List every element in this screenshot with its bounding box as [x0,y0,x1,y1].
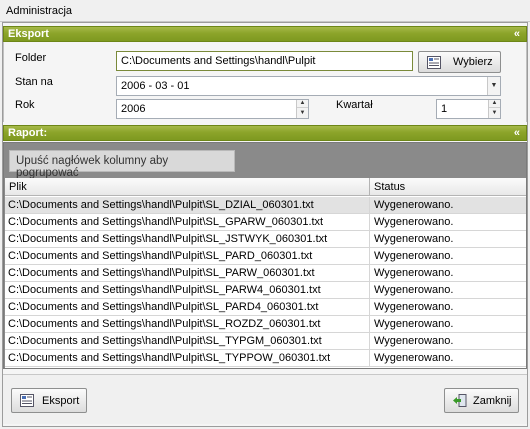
cell-divider [369,265,370,282]
browse-button[interactable]: Wybierz [418,51,501,73]
cell-divider [369,350,370,367]
report-section-header[interactable]: Raport: « [3,125,527,141]
export-panel: Folder C:\Documents and Settings\handl\P… [3,42,527,122]
collapse-icon[interactable]: « [514,126,520,140]
export-button-label: Eksport [42,395,80,407]
file-cell: C:\Documents and Settings\handl\Pulpit\S… [8,233,328,245]
column-divider[interactable] [369,178,370,196]
close-button-label: Zamknij [473,395,512,407]
table-row[interactable]: C:\Documents and Settings\handl\Pulpit\S… [5,299,526,316]
quarter-label: Kwartał [336,99,373,111]
folder-label: Folder [15,52,47,64]
status-cell: Wygenerowano. [374,250,454,262]
file-cell: C:\Documents and Settings\handl\Pulpit\S… [8,352,331,364]
column-header-file[interactable]: Plik [9,181,27,193]
export-section-title: Eksport [8,28,49,40]
file-cell: C:\Documents and Settings\handl\Pulpit\S… [8,267,315,279]
status-cell: Wygenerowano. [374,267,454,279]
file-cell: C:\Documents and Settings\handl\Pulpit\S… [8,335,322,347]
export-button[interactable]: Eksport [11,388,87,413]
table-row[interactable]: C:\Documents and Settings\handl\Pulpit\S… [5,350,526,367]
cell-divider [369,214,370,231]
close-button[interactable]: Zamknij [444,388,519,413]
cell-divider [369,231,370,248]
quarter-spinner[interactable]: 1 ▲ ▼ [436,99,501,119]
report-grid: Upuść nagłówek kolumny aby pogrupować Pl… [3,142,527,369]
file-cell: C:\Documents and Settings\handl\Pulpit\S… [8,284,321,296]
cell-divider [369,248,370,265]
export-icon [20,394,34,407]
table-row[interactable]: C:\Documents and Settings\handl\Pulpit\S… [5,197,526,214]
collapse-icon[interactable]: « [514,27,520,41]
file-cell: C:\Documents and Settings\handl\Pulpit\S… [8,301,319,313]
report-section-title: Raport: [8,127,48,139]
browse-button-label: Wybierz [453,56,493,68]
table-row[interactable]: C:\Documents and Settings\handl\Pulpit\S… [5,265,526,282]
date-label: Stan na [15,76,53,88]
file-cell: C:\Documents and Settings\handl\Pulpit\S… [8,250,313,262]
status-cell: Wygenerowano. [374,233,454,245]
status-cell: Wygenerowano. [374,335,454,347]
quarter-spin-buttons[interactable]: ▲ ▼ [488,100,500,118]
window-titlebar: Administracja [0,0,530,22]
status-cell: Wygenerowano. [374,199,454,211]
year-spinner[interactable]: 2006 ▲ ▼ [116,99,309,119]
table-row[interactable]: C:\Documents and Settings\handl\Pulpit\S… [5,282,526,299]
date-combo[interactable]: 2006 - 03 - 01 ▼ [116,76,501,96]
status-cell: Wygenerowano. [374,301,454,313]
chevron-down-icon[interactable]: ▼ [487,77,500,95]
browse-folder-icon [427,56,441,69]
window-title: Administracja [6,5,73,17]
footer-bar: Eksport Zamknij [3,374,527,424]
table-header: Plik Status [5,178,526,196]
table-row[interactable]: C:\Documents and Settings\handl\Pulpit\S… [5,248,526,265]
export-section-header[interactable]: Eksport « [3,26,527,42]
year-value: 2006 [121,103,146,115]
status-cell: Wygenerowano. [374,352,454,364]
quarter-value: 1 [441,103,448,115]
status-cell: Wygenerowano. [374,216,454,228]
group-by-panel[interactable]: Upuść nagłówek kolumny aby pogrupować [9,150,235,179]
folder-input[interactable]: C:\Documents and Settings\handl\Pulpit [116,51,413,71]
spin-up-icon[interactable]: ▲ [489,100,500,108]
year-label: Rok [15,99,35,111]
status-cell: Wygenerowano. [374,318,454,330]
cell-divider [369,333,370,350]
spin-down-icon[interactable]: ▼ [297,109,308,118]
spin-up-icon[interactable]: ▲ [297,100,308,108]
cell-divider [369,316,370,333]
year-spin-buttons[interactable]: ▲ ▼ [296,100,308,118]
cell-divider [369,197,370,214]
table-row[interactable]: C:\Documents and Settings\handl\Pulpit\S… [5,214,526,231]
column-header-status[interactable]: Status [374,181,405,193]
file-cell: C:\Documents and Settings\handl\Pulpit\S… [8,318,321,330]
file-cell: C:\Documents and Settings\handl\Pulpit\S… [8,216,324,228]
report-table: Plik Status C:\Documents and Settings\ha… [5,178,526,368]
date-value: 2006 - 03 - 01 [121,80,190,92]
table-row[interactable]: C:\Documents and Settings\handl\Pulpit\S… [5,333,526,350]
spin-down-icon[interactable]: ▼ [489,109,500,118]
table-row[interactable]: C:\Documents and Settings\handl\Pulpit\S… [5,316,526,333]
exit-door-icon [453,394,467,407]
status-cell: Wygenerowano. [374,284,454,296]
file-cell: C:\Documents and Settings\handl\Pulpit\S… [8,199,314,211]
cell-divider [369,299,370,316]
cell-divider [369,282,370,299]
table-row[interactable]: C:\Documents and Settings\handl\Pulpit\S… [5,231,526,248]
